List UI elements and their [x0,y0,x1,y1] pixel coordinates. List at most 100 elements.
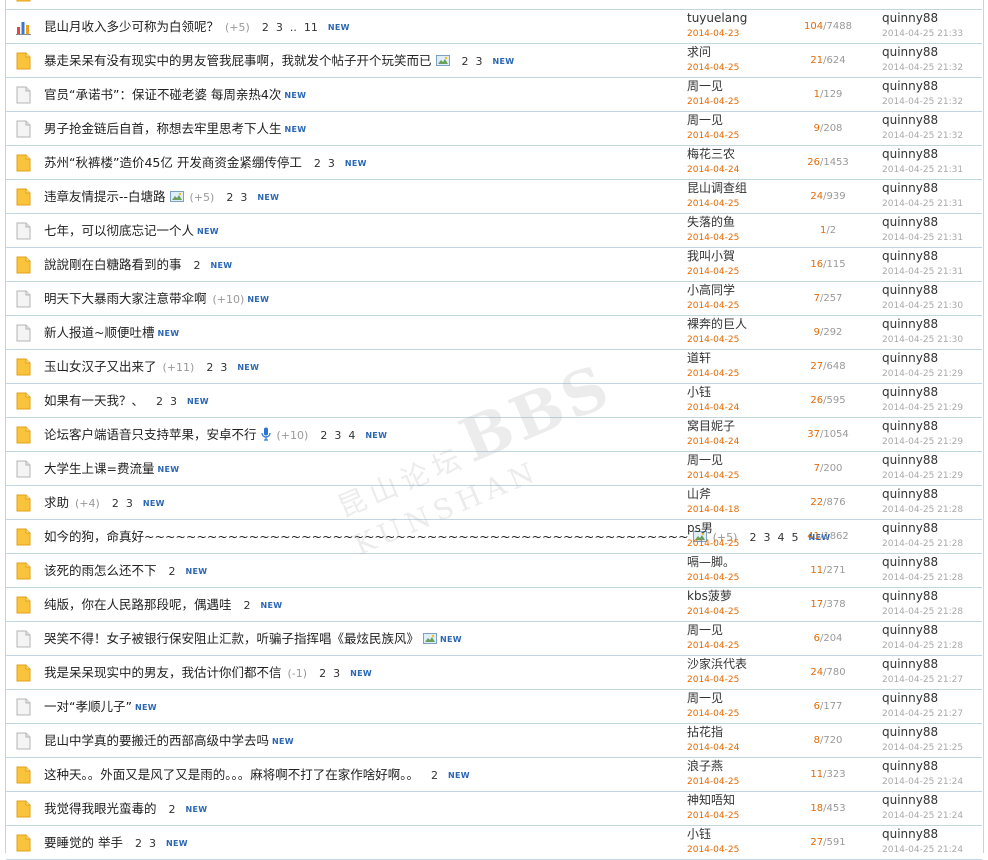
page-link[interactable]: 2 [314,157,321,170]
author-link[interactable]: 昆山调查组 [687,181,807,196]
doc-icon[interactable] [16,732,31,750]
page-link[interactable]: 2 [206,361,213,374]
author-link[interactable]: 裸奔的巨人 [687,317,807,332]
last-post-time[interactable]: 2014-04-25 21:31 [882,198,982,210]
last-post-user[interactable]: quinny88 [882,487,982,502]
page-link[interactable]: 2 [169,803,176,816]
thread-title-link[interactable]: 一对“孝顺儿子” [44,699,132,714]
last-post-time[interactable]: 2014-04-25 21:27 [882,708,982,720]
last-post-time[interactable]: 2014-04-25 21:24 [882,844,982,856]
last-post-user[interactable]: quinny88 [882,249,982,264]
doc-icon[interactable] [16,86,31,104]
folder-icon[interactable] [16,256,31,274]
last-post-time[interactable]: 2014-04-25 21:28 [882,606,982,618]
page-link[interactable]: 3 [240,191,247,204]
doc-icon[interactable] [16,324,31,342]
thread-title-link[interactable]: 要睡觉的 举手 [44,835,123,850]
folder-icon[interactable] [16,834,31,852]
author-link[interactable]: 周一见 [687,453,807,468]
last-post-user[interactable]: quinny88 [882,45,982,60]
page-link[interactable]: 3 [333,667,340,680]
last-post-user[interactable]: quinny88 [882,351,982,366]
thread-title-link[interactable]: 求助 [44,495,69,510]
page-link[interactable]: 3 [149,837,156,850]
last-post-user[interactable]: quinny88 [882,385,982,400]
last-post-user[interactable]: quinny88 [882,521,982,536]
author-link[interactable]: 小高同学 [687,283,807,298]
thread-title-link[interactable]: 新人报道~顺便吐槽 [44,325,154,340]
page-link[interactable]: 2 [194,259,201,272]
last-post-user[interactable]: quinny88 [882,555,982,570]
last-post-time[interactable]: 2014-04-25 21:29 [882,368,982,380]
thread-title-link[interactable]: 哭笑不得！女子被银行保安阻止汇款，听骗子指挥唱《最炫民族风》 [44,631,419,646]
last-post-user[interactable]: quinny88 [882,79,982,94]
page-link[interactable]: 3 [220,361,227,374]
folder-icon[interactable] [16,0,31,2]
page-link[interactable]: 3 [170,395,177,408]
folder-icon[interactable] [16,358,31,376]
thread-title-link[interactable]: 昆山中学真的要搬迁的西部高级中学去吗 [44,733,269,748]
last-post-time[interactable]: 2014-04-25 21:28 [882,504,982,516]
last-post-time[interactable]: 2014-04-25 21:24 [882,810,982,822]
author-link[interactable]: 小钰 [687,385,807,400]
author-link[interactable]: 窝目妮子 [687,419,807,434]
page-link[interactable]: 2 [112,497,119,510]
last-post-user[interactable]: quinny88 [882,725,982,740]
page-link[interactable]: 2 [431,769,438,782]
thread-title-link[interactable]: 昆山月收入多少可称为白领呢？ [44,19,219,34]
page-link[interactable]: 2 [156,395,163,408]
folder-icon[interactable] [16,528,31,546]
author-link[interactable]: 梅花三农 [687,147,807,162]
folder-icon[interactable] [16,426,31,444]
last-post-user[interactable]: quinny88 [882,793,982,808]
last-post-user[interactable]: quinny88 [882,589,982,604]
page-link[interactable]: 3 [276,21,283,34]
folder-icon[interactable] [16,800,31,818]
author-link[interactable]: 周一见 [687,691,807,706]
doc-icon[interactable] [16,698,31,716]
folder-icon[interactable] [16,766,31,784]
last-post-time[interactable]: 2014-04-25 21:24 [882,776,982,788]
thread-title-link[interactable]: 我觉得我眼光蛮毒的 [44,801,157,816]
last-post-user[interactable]: quinny88 [882,11,982,26]
page-link[interactable]: 2 [244,599,251,612]
folder-icon[interactable] [16,154,31,172]
thread-title-link[interactable]: 如今的狗，命真好~~~~~~~~~~~~~~~~~~~~~~~~~~~~~~~~… [44,529,689,544]
last-post-time[interactable]: 2014-04-25 21:28 [882,640,982,652]
folder-icon[interactable] [16,562,31,580]
last-post-time[interactable]: 2014-04-25 21:29 [882,470,982,482]
page-link[interactable]: 2 [319,667,326,680]
page-link[interactable]: 4 [348,429,355,442]
last-post-time[interactable]: 2014-04-25 21:33 [882,28,982,40]
thread-title-link[interactable]: 明天下大暴雨大家注意带伞啊 [44,291,207,306]
thread-title-link[interactable]: 如果有一天我？、 [44,393,144,408]
author-link[interactable]: 周一见 [687,113,807,128]
author-link[interactable]: 求问 [687,45,807,60]
thread-title-link[interactable]: 官员“承诺书”：保证不碰老婆 每周亲热4次 [44,87,281,102]
last-post-time[interactable]: 2014-04-25 21:32 [882,62,982,74]
thread-title-link[interactable]: 我是呆呆现实中的男友，我估计你们都不信 [44,665,282,680]
author-link[interactable]: 拈花指 [687,725,807,740]
thread-title-link[interactable]: 玉山女汉子又出来了 [44,359,157,374]
thread-title-link[interactable]: 纯版，你在人民路那段呢，偶遇哇 [44,597,232,612]
author-link[interactable]: 山斧 [687,487,807,502]
last-post-user[interactable]: quinny88 [882,759,982,774]
page-link[interactable]: 11 [304,21,318,34]
doc-icon[interactable] [16,460,31,478]
last-post-time[interactable]: 2014-04-25 21:32 [882,96,982,108]
last-post-time[interactable]: 2014-04-25 21:27 [882,674,982,686]
page-link[interactable]: 3 [328,157,335,170]
last-post-time[interactable]: 2014-04-25 21:25 [882,742,982,754]
author-link[interactable]: 小钰 [687,827,807,842]
folder-icon[interactable] [16,392,31,410]
page-link[interactable]: 2 [462,55,469,68]
author-link[interactable]: 神知唔知 [687,793,807,808]
folder-icon[interactable] [16,494,31,512]
page-link[interactable]: 3 [126,497,133,510]
last-post-time[interactable]: 2014-04-25 21:29 [882,402,982,414]
last-post-user[interactable]: quinny88 [882,419,982,434]
last-post-user[interactable]: quinny88 [882,691,982,706]
thread-title-link[interactable]: 该死的雨怎么还不下 [44,563,157,578]
author-link[interactable]: ps男 [687,521,807,536]
thread-title-link[interactable]: 說說剛在白糖路看到的事 [44,257,182,272]
